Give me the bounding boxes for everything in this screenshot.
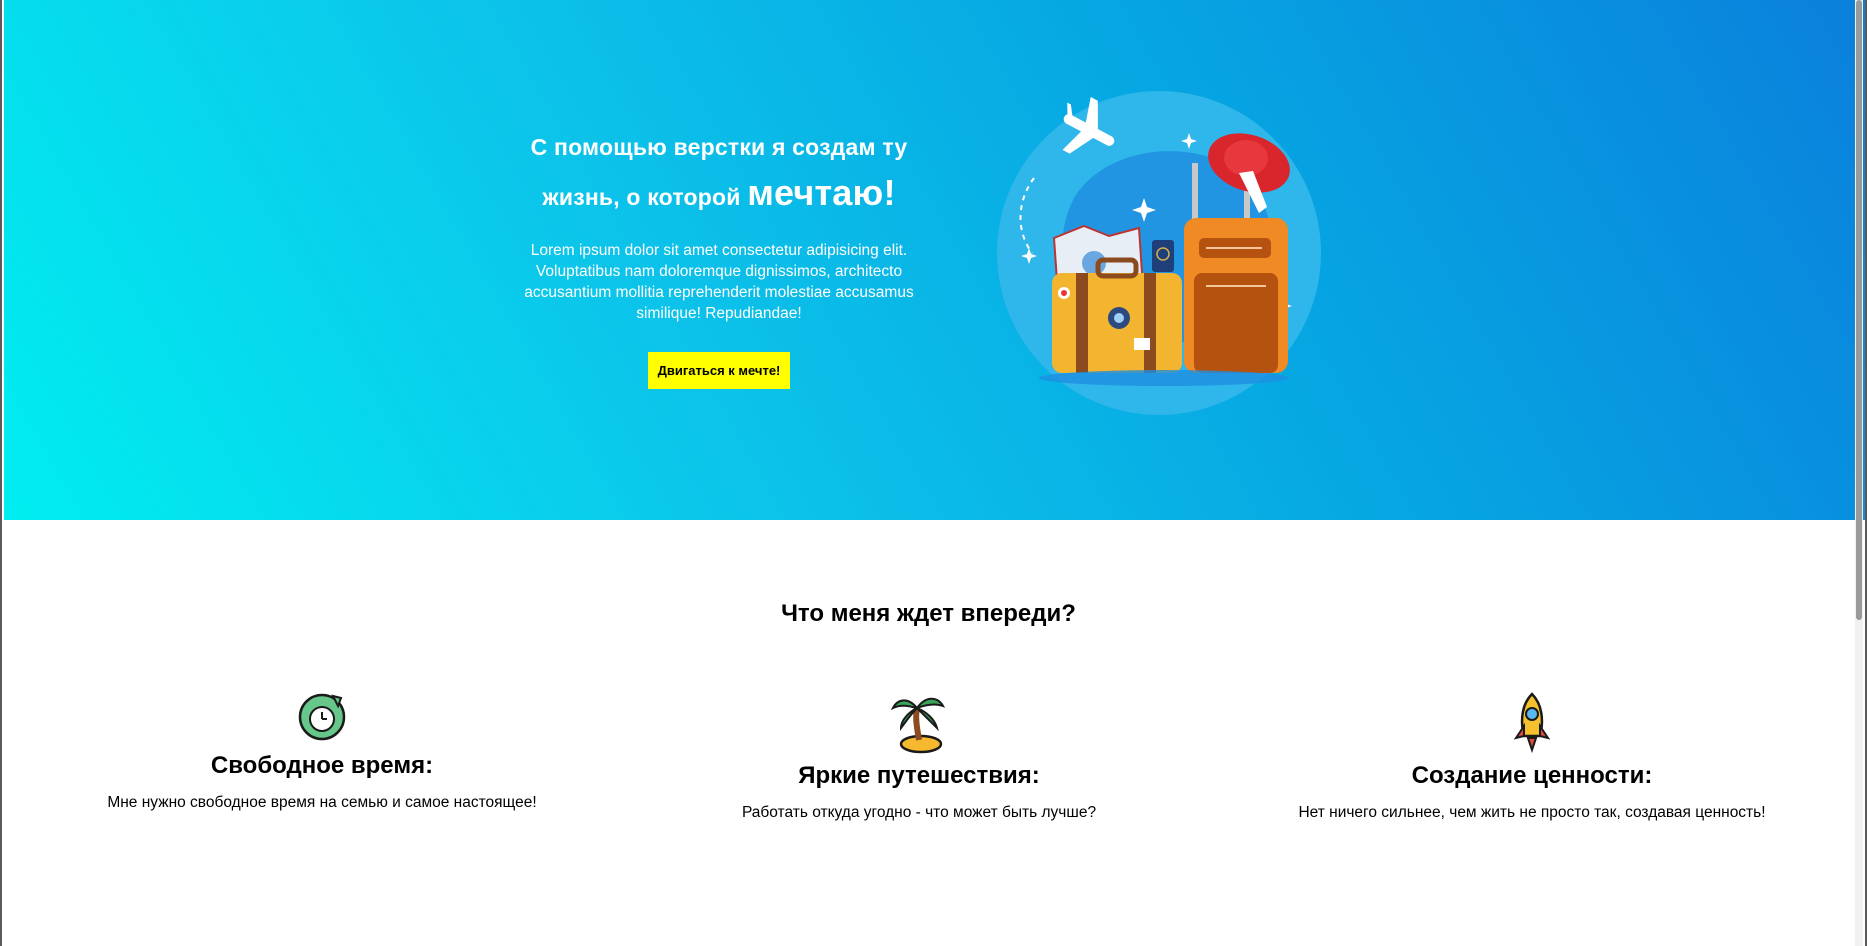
clock-refresh-icon bbox=[298, 693, 346, 741]
features-title: Что меня ждет впереди? bbox=[781, 600, 1076, 627]
feature-title: Яркие путешествия: bbox=[798, 762, 1040, 789]
feature-free-time: Свободное время: Мне нужно свободное вре… bbox=[42, 690, 602, 812]
feature-text: Нет ничего сильнее, чем жить не просто т… bbox=[1298, 804, 1766, 821]
browser-viewport: С помощью верстки я создам ту жизнь, о к… bbox=[0, 0, 1867, 946]
hero-title-line1: С помощью верстки я создам ту bbox=[530, 134, 908, 160]
feature-text: Мне нужно свободное время на семью и сам… bbox=[107, 794, 537, 811]
hero-title: С помощью верстки я создам ту жизнь, о к… bbox=[509, 124, 929, 220]
feature-value: Создание ценности: Нет ничего сильнее, ч… bbox=[1252, 690, 1812, 822]
feature-travel: Яркие путешествия: Работать откуда угодн… bbox=[639, 690, 1199, 822]
travel-suitcases-illustration bbox=[997, 91, 1321, 415]
hero-title-line2: жизнь, о которой bbox=[542, 184, 741, 210]
hero-section: С помощью верстки я создам ту жизнь, о к… bbox=[4, 0, 1865, 520]
palm-island-icon bbox=[891, 697, 946, 754]
hero-text-block: С помощью верстки я создам ту жизнь, о к… bbox=[509, 124, 929, 389]
rocket-icon bbox=[1513, 692, 1551, 754]
page-scrollbar[interactable] bbox=[1855, 0, 1863, 946]
feature-title: Свободное время: bbox=[210, 752, 434, 779]
hero-title-emphasis: мечтаю! bbox=[747, 172, 896, 213]
cta-button[interactable]: Двигаться к мечте! bbox=[647, 352, 791, 389]
hero-description: Lorem ipsum dolor sit amet consectetur a… bbox=[524, 242, 914, 322]
feature-text: Работать откуда угодно - что может быть … bbox=[741, 804, 1097, 821]
feature-title: Создание ценности: bbox=[1411, 762, 1653, 789]
scrollbar-thumb[interactable] bbox=[1856, 0, 1862, 620]
